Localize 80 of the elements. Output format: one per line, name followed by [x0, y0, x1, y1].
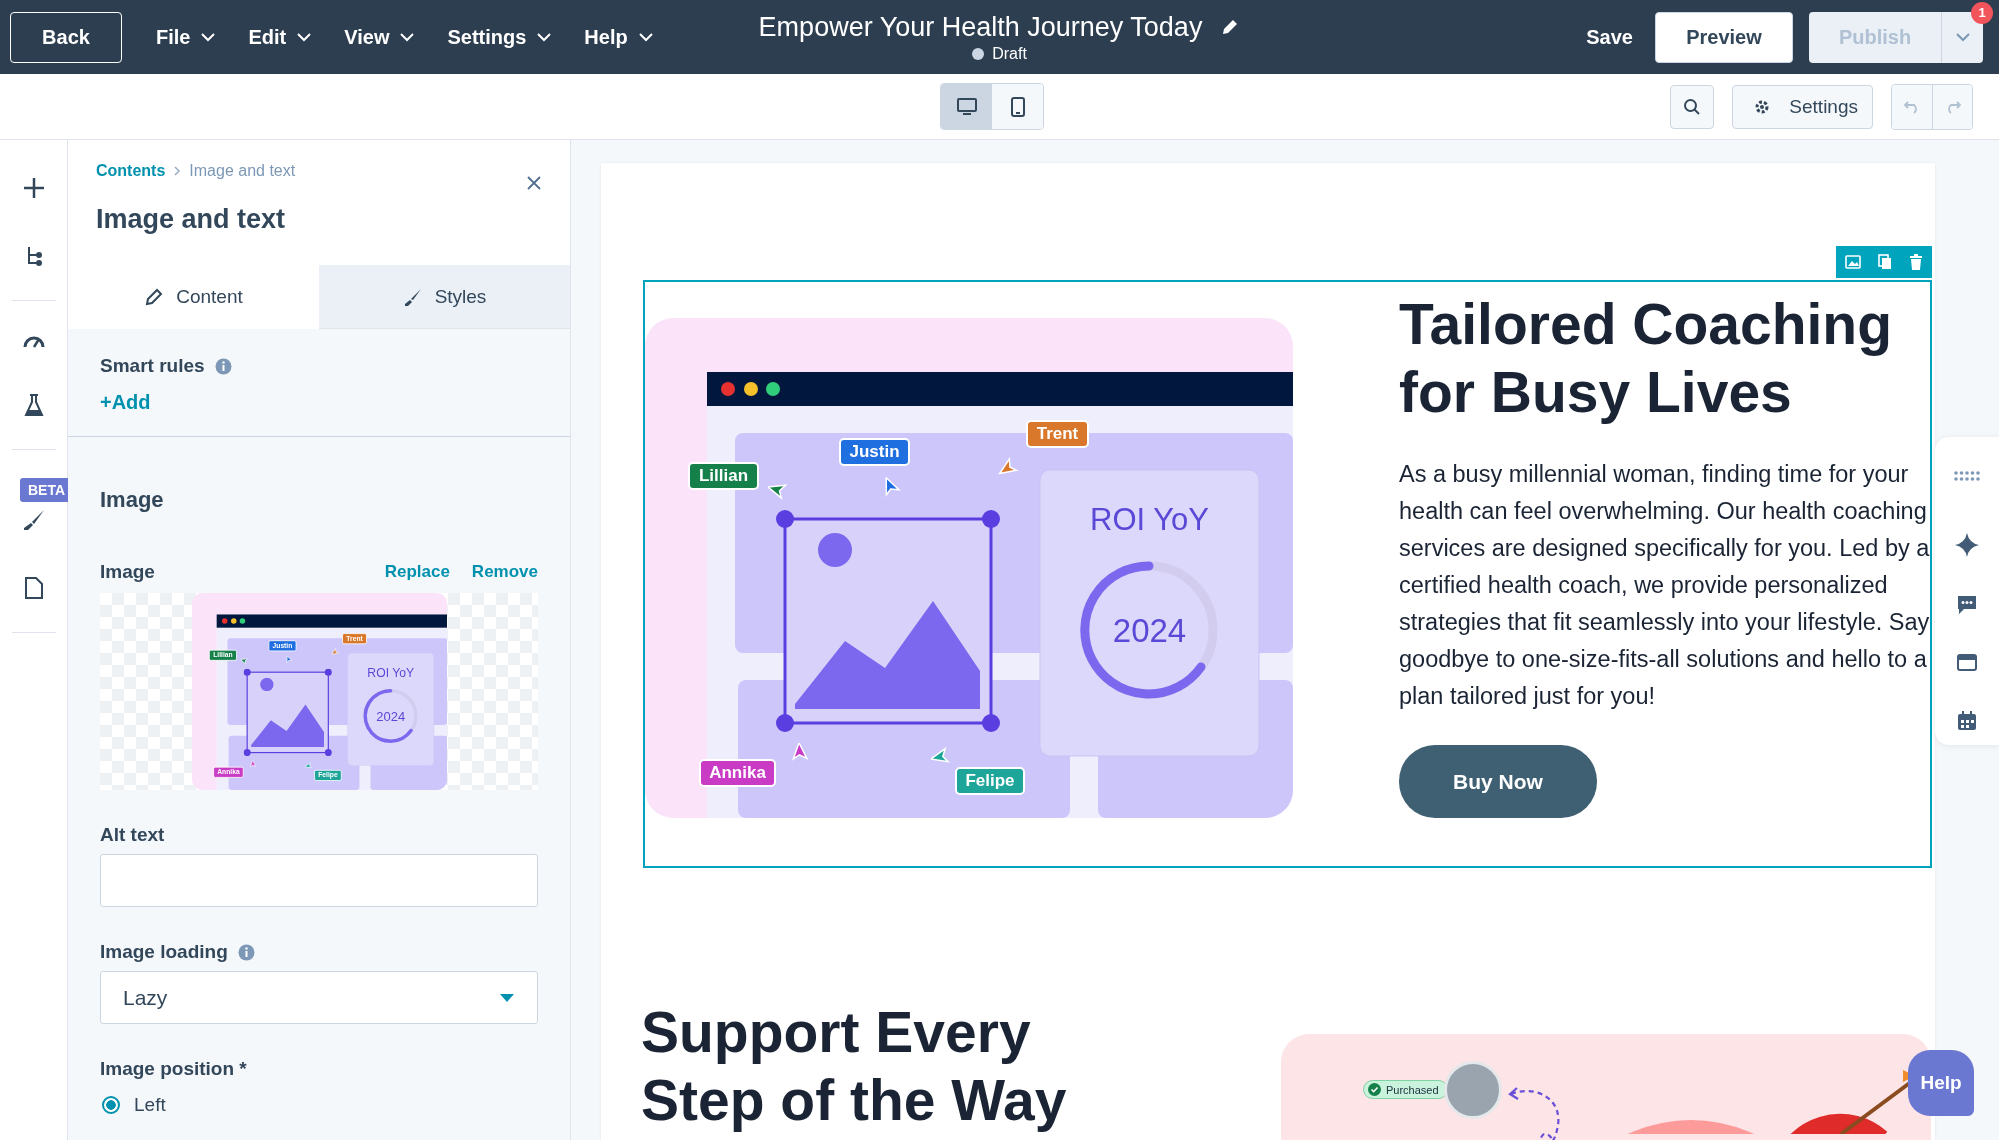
field-label: Image: [100, 561, 155, 583]
save-button[interactable]: Save: [1580, 24, 1639, 50]
ring-drawing: [362, 688, 418, 744]
window-controls-icon: [221, 618, 245, 624]
tab[interactable]: Styles: [319, 265, 570, 329]
buy-now-button[interactable]: Buy Now: [1399, 745, 1597, 818]
pencil-icon: [144, 286, 165, 307]
year-label: 2024: [374, 708, 406, 724]
info-icon[interactable]: [237, 943, 255, 961]
loading-dropdown[interactable]: Lazy: [100, 971, 538, 1024]
section-heading: Tailored Coaching for Busy Lives: [1399, 291, 1893, 426]
window-controls-icon: [721, 382, 780, 396]
phone-icon: [1010, 96, 1025, 117]
name-tag: Justin: [839, 438, 910, 466]
section-heading: Support Every Step of the Way: [641, 999, 1068, 1134]
calendar-icon[interactable]: [1957, 711, 1977, 731]
status-dot: [972, 47, 985, 60]
name-tag: Felipe: [955, 767, 1025, 795]
page-title: Empower Your Health Journey Today: [758, 11, 1203, 43]
radio-label[interactable]: Left: [134, 1094, 166, 1116]
close-icon[interactable]: [526, 175, 542, 191]
field-label: Image loading: [100, 941, 228, 963]
copy-icon[interactable]: [1878, 254, 1892, 270]
sparkle-icon[interactable]: [1955, 533, 1979, 557]
image-icon: [795, 533, 981, 710]
name-tag: Trent: [1026, 420, 1089, 448]
panel-title: Image and text: [96, 204, 287, 235]
field-label: Image position *: [100, 1058, 248, 1080]
image-icon: [250, 677, 324, 748]
preview-button[interactable]: Preview: [1655, 11, 1793, 63]
selected-module[interactable]: [643, 280, 1932, 868]
field-label: Smart rules: [100, 355, 205, 377]
breadcrumb-link[interactable]: Contents: [96, 162, 166, 180]
info-icon[interactable]: [214, 357, 232, 375]
caret-icon: [1954, 31, 1971, 42]
breadcrumb-current: Image and text: [189, 162, 296, 180]
help-button[interactable]: Help: [1908, 1050, 1974, 1116]
mobile-view-button[interactable]: [992, 84, 1043, 129]
name-tag: Lillian: [688, 462, 759, 490]
menu-button[interactable]: Settings: [435, 19, 565, 55]
caret-icon: [637, 32, 654, 42]
tab[interactable]: Content: [68, 265, 319, 329]
file-icon[interactable]: [23, 576, 44, 600]
field-label: Alt text: [100, 824, 166, 846]
cursor-icon: [304, 761, 313, 770]
desktop-view-button[interactable]: [941, 84, 992, 129]
cursor-icon: [239, 656, 249, 666]
notification-badge: 1: [1971, 1, 1993, 24]
radio-button[interactable]: [102, 1096, 120, 1114]
back-button[interactable]: Back: [10, 11, 122, 63]
window-icon[interactable]: [1956, 653, 1978, 673]
menu-button[interactable]: File: [144, 19, 229, 55]
card-title: ROI YoY: [365, 665, 415, 680]
chevron-icon: [173, 166, 182, 176]
status-label: Draft: [992, 44, 1027, 63]
plus-icon[interactable]: [21, 176, 46, 200]
monitor-icon: [956, 97, 977, 116]
search-button[interactable]: [1670, 84, 1715, 129]
menu-button[interactable]: Edit: [236, 19, 325, 55]
chat-icon[interactable]: [1956, 595, 1978, 615]
menu-button[interactable]: Help: [572, 19, 666, 55]
year-label: 2024: [1111, 612, 1188, 650]
caret-icon: [296, 32, 313, 42]
grid-icon[interactable]: [1954, 471, 1980, 481]
caret-icon: [536, 32, 553, 42]
name-tag: Annika: [699, 759, 776, 787]
image-icon[interactable]: [1844, 255, 1861, 269]
flask-icon[interactable]: [22, 393, 45, 417]
alt-text-field[interactable]: [100, 854, 538, 907]
settings-button[interactable]: Settings: [1732, 84, 1873, 129]
cursor-icon: [330, 647, 340, 657]
menu-button[interactable]: View: [332, 19, 428, 55]
body-text: As a busy millennial woman, finding time for your health can feel overwhelming. Our health coaching services are designed specifically for you. Led by a certified health coach, we provide personalized strategies that fit seamlessly into your lifestyle. Say goodbye to one-size-fits-all solutions and hello to a plan tailored just for you!: [1399, 460, 1930, 711]
card-title: ROI YoY: [1089, 502, 1210, 538]
trash-icon[interactable]: [1909, 254, 1924, 270]
section-title: Image: [100, 487, 165, 513]
caret-icon: [499, 992, 515, 1003]
caret-icon: [399, 32, 416, 42]
search-icon: [1683, 97, 1702, 116]
caret-icon: [200, 32, 217, 42]
